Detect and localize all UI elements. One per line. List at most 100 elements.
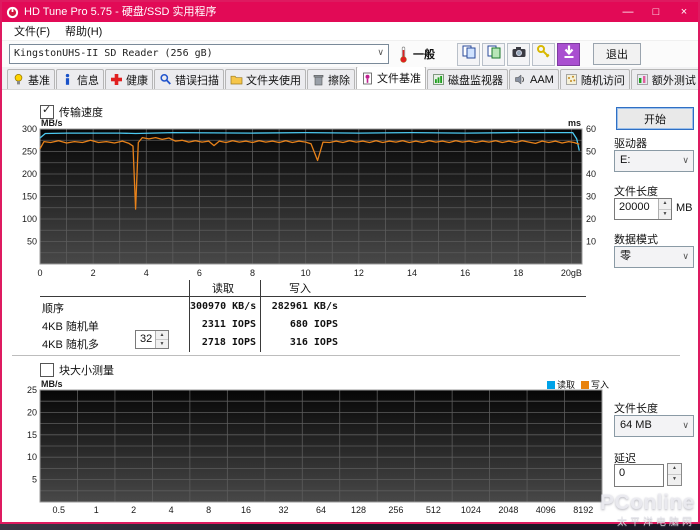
close-button[interactable]: × xyxy=(670,2,698,22)
svg-text:200: 200 xyxy=(22,169,37,179)
tab-信息[interactable]: 信息 xyxy=(56,69,104,89)
svg-text:32: 32 xyxy=(279,505,289,515)
svg-text:8: 8 xyxy=(206,505,211,515)
svg-text:20gB: 20gB xyxy=(561,268,582,278)
svg-text:0.5: 0.5 xyxy=(52,505,65,515)
tab-label: 基准 xyxy=(28,74,50,87)
stepper-buttons[interactable]: ▲ ▼ xyxy=(155,331,168,348)
write-value: 680 IOPS xyxy=(289,319,338,330)
toolbar: KingstonUHS-II SD Reader (256 gB) ∨ 一般 退… xyxy=(2,41,698,67)
menu-file[interactable]: 文件(F) xyxy=(11,23,53,39)
svg-text:128: 128 xyxy=(351,505,366,515)
app-icon xyxy=(6,6,19,19)
latency-stepper[interactable]: ▲ ▼ xyxy=(667,463,682,486)
svg-text:4: 4 xyxy=(144,268,149,278)
stepper-down-icon[interactable]: ▼ xyxy=(156,339,168,348)
tab-AAM[interactable]: AAM xyxy=(509,69,559,89)
drive-letter-value: E: xyxy=(620,154,631,166)
svg-text:250: 250 xyxy=(22,147,37,157)
start-button[interactable]: 开始 xyxy=(616,107,694,130)
tab-随机访问[interactable]: 随机访问 xyxy=(559,69,630,89)
tab-bar: 基准 信息 健康 错误扫描 文件夹使用 擦除 文件基准 磁盘监视器 AAM 随机访问 额外测试 xyxy=(2,67,698,90)
svg-text:MB/s: MB/s xyxy=(41,119,63,128)
minimize-button[interactable]: — xyxy=(614,2,642,22)
stepper-buttons[interactable]: ▲ ▼ xyxy=(658,199,671,219)
svg-text:50: 50 xyxy=(586,147,596,157)
tab-基准[interactable]: 基准 xyxy=(7,69,55,89)
tab-label: AAM xyxy=(530,73,554,86)
latency-value: 0 xyxy=(619,467,626,479)
transfer-speed-checkbox[interactable]: ✓ 传输速度 xyxy=(40,104,103,120)
file-length-unit: MB xyxy=(676,202,693,214)
options-button[interactable] xyxy=(532,42,555,66)
read-column-header: 读取 xyxy=(212,283,234,295)
write-column-header: 写入 xyxy=(289,283,311,295)
menu-help[interactable]: 帮助(H) xyxy=(62,23,105,39)
drive-selector[interactable]: KingstonUHS-II SD Reader (256 gB) ∨ xyxy=(9,44,389,64)
copy-image-button[interactable] xyxy=(482,42,505,66)
tab-磁盘监视器[interactable]: 磁盘监视器 xyxy=(427,69,508,89)
svg-text:5: 5 xyxy=(32,475,37,485)
exit-button[interactable]: 退出 xyxy=(593,43,641,65)
tab-label: 擦除 xyxy=(328,74,350,87)
svg-text:300: 300 xyxy=(22,124,37,134)
options-icon xyxy=(536,44,552,65)
folder-usage-icon xyxy=(230,73,243,86)
svg-text:40: 40 xyxy=(586,169,596,179)
stepper-down-icon[interactable]: ▼ xyxy=(659,208,671,219)
tab-label: 磁盘监视器 xyxy=(448,74,503,87)
stepper-down-icon[interactable]: ▼ xyxy=(668,474,681,485)
drive-label: 驱动器 xyxy=(614,138,647,150)
file-benchmark-icon xyxy=(361,72,374,85)
maximize-button[interactable]: □ xyxy=(642,2,670,22)
stepper-up-icon[interactable]: ▲ xyxy=(668,464,681,474)
tab-健康[interactable]: 健康 xyxy=(105,69,153,89)
svg-text:60: 60 xyxy=(586,124,596,134)
file-length-label: 文件长度 xyxy=(614,186,658,198)
read-value: 300970 KB/s xyxy=(190,301,257,312)
tab-文件基准[interactable]: 文件基准 xyxy=(356,67,426,89)
tab-文件夹使用[interactable]: 文件夹使用 xyxy=(225,69,306,89)
svg-text:6: 6 xyxy=(197,268,202,278)
stepper-up-icon[interactable]: ▲ xyxy=(659,199,671,209)
tab-擦除[interactable]: 擦除 xyxy=(307,69,355,89)
read-value: 2718 IOPS xyxy=(201,337,256,348)
content-area: ✓ 传输速度 50 100 150 200 250 300 10 20 30 40 50 60 ms MB… xyxy=(4,90,696,520)
benchmark-icon xyxy=(12,73,25,86)
chevron-down-icon: ∨ xyxy=(682,420,689,430)
menu-bar: 文件(F) 帮助(H) xyxy=(2,22,698,41)
queue-depth-stepper[interactable]: 32 ▲ ▼ xyxy=(135,330,169,349)
tab-额外测试[interactable]: 额外测试 xyxy=(630,69,698,89)
data-mode-value: 零 xyxy=(620,250,631,262)
svg-text:50: 50 xyxy=(27,237,37,247)
latency-input[interactable]: 0 xyxy=(614,464,664,487)
save-results-button[interactable] xyxy=(557,42,580,66)
disk-monitor-icon xyxy=(432,73,445,86)
benchmark-results-table: 读取 写入 顺序 300970 KB/s 282961 KB/s 4KB 随机单 231… xyxy=(40,280,586,354)
screenshot-button[interactable] xyxy=(507,42,530,66)
queue-depth-value: 32 xyxy=(140,333,153,345)
screenshot-icon xyxy=(511,44,527,65)
file-length-label-bottom: 文件长度 xyxy=(614,403,658,415)
thermometer-icon xyxy=(399,46,408,63)
section-divider xyxy=(12,355,680,356)
stepper-up-icon[interactable]: ▲ xyxy=(156,331,168,339)
aam-icon xyxy=(514,73,527,86)
data-mode-select[interactable]: 零 ∨ xyxy=(614,246,694,268)
file-length-stepper[interactable]: 20000 ▲ ▼ xyxy=(614,198,672,220)
drive-letter-select[interactable]: E: ∨ xyxy=(614,150,694,172)
file-length-select-bottom[interactable]: 64 MB ∨ xyxy=(614,415,694,437)
copy-text-button[interactable] xyxy=(457,42,480,66)
tab-label: 健康 xyxy=(126,74,148,87)
chevron-down-icon: ∨ xyxy=(682,251,689,261)
svg-text:512: 512 xyxy=(426,505,441,515)
table-divider xyxy=(260,280,261,352)
svg-text:14: 14 xyxy=(407,268,417,278)
tab-label: 文件夹使用 xyxy=(246,74,301,87)
svg-text:20: 20 xyxy=(586,214,596,224)
random-access-icon xyxy=(565,73,578,86)
tab-错误扫描[interactable]: 错误扫描 xyxy=(154,69,224,89)
app-window: HD Tune Pro 5.75 - 硬盘/SSD 实用程序 — □ × 文件(… xyxy=(0,0,700,524)
tab-label: 文件基准 xyxy=(377,73,421,85)
svg-text:8: 8 xyxy=(250,268,255,278)
